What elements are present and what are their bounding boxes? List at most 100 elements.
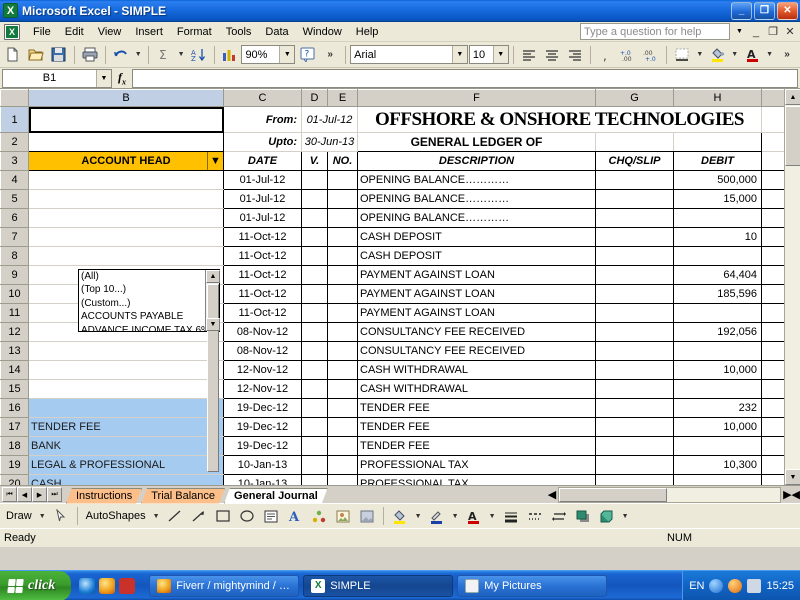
cell-account-head[interactable]: CASH	[29, 475, 224, 486]
start-button[interactable]: click	[0, 571, 71, 600]
row-header-17[interactable]: 17	[1, 418, 29, 437]
tray-network-icon[interactable]	[709, 579, 723, 593]
filter-dropdown-icon[interactable]: ▼	[207, 152, 223, 170]
draw-dropdown-icon[interactable]: ▼	[37, 505, 48, 527]
close-button[interactable]: ✕	[777, 2, 798, 20]
borders-dropdown-icon[interactable]: ▼	[694, 44, 705, 66]
horizontal-scrollbar[interactable]	[558, 487, 781, 503]
cell-no[interactable]	[328, 342, 358, 361]
cell-v[interactable]	[302, 323, 328, 342]
cell-v[interactable]	[302, 418, 328, 437]
cell-description[interactable]: CASH DEPOSIT	[358, 228, 596, 247]
line-color-dropdown-icon[interactable]: ▼	[450, 505, 461, 527]
toolbar-options-icon[interactable]: »	[319, 44, 341, 66]
cell-no[interactable]	[328, 247, 358, 266]
cell-v[interactable]	[302, 304, 328, 323]
cell-description[interactable]: OPENING BALANCE…………	[358, 171, 596, 190]
cell-overflow[interactable]	[762, 323, 785, 342]
cell-date[interactable]: 19-Dec-12	[224, 399, 302, 418]
clock[interactable]: 15:25	[766, 580, 794, 592]
cell-description[interactable]: CASH WITHDRAWAL	[358, 361, 596, 380]
3d-style-icon[interactable]	[596, 505, 618, 527]
cell-date[interactable]: 12-Nov-12	[224, 380, 302, 399]
cell-v[interactable]	[302, 342, 328, 361]
row-header-16[interactable]: 16	[1, 399, 29, 418]
account-head-filter-dropdown[interactable]: (All) (Top 10...) (Custom...) ACCOUNTS P…	[78, 269, 220, 332]
cell-debit[interactable]	[674, 437, 762, 456]
document-restore-button[interactable]: ❐	[766, 25, 780, 38]
cell-chq[interactable]	[596, 475, 674, 486]
font-size-combo[interactable]: 10 ▼	[469, 45, 509, 64]
vertical-scrollbar[interactable]: ▲ ▼	[784, 89, 800, 485]
menu-item-tools[interactable]: Tools	[219, 24, 259, 40]
cell-description[interactable]: PAYMENT AGAINST LOAN	[358, 266, 596, 285]
taskbar-item-simple[interactable]: X SIMPLE	[303, 575, 453, 597]
cell-description[interactable]: CONSULTANCY FEE RECEIVED	[358, 323, 596, 342]
cell-v[interactable]	[302, 247, 328, 266]
save-icon[interactable]	[48, 44, 70, 66]
formatting-toolbar-options-icon[interactable]: »	[776, 44, 798, 66]
cell-overflow[interactable]	[762, 190, 785, 209]
cell-description[interactable]: CASH WITHDRAWAL	[358, 380, 596, 399]
undo-icon[interactable]	[110, 44, 132, 66]
cell-debit[interactable]: 185,596	[674, 285, 762, 304]
oval-icon[interactable]	[236, 505, 258, 527]
filter-option[interactable]: ACCOUNTS PAYABLE	[79, 310, 205, 323]
row-header-2[interactable]: 2	[1, 133, 29, 152]
filter-scrollbar-thumb[interactable]	[207, 284, 219, 472]
comma-style-icon[interactable]: ,	[595, 44, 617, 66]
restore-button[interactable]: ❐	[754, 2, 775, 20]
header-overflow[interactable]	[762, 152, 785, 171]
tray-update-icon[interactable]	[728, 579, 742, 593]
row-header-11[interactable]: 11	[1, 304, 29, 323]
menu-item-edit[interactable]: Edit	[58, 24, 91, 40]
document-close-button[interactable]: ✕	[783, 25, 797, 38]
fill-color-dropdown-icon[interactable]: ▼	[413, 505, 424, 527]
font-size-dropdown-icon[interactable]: ▼	[493, 46, 508, 63]
cell-no[interactable]	[328, 304, 358, 323]
cell-date[interactable]: 11-Oct-12	[224, 266, 302, 285]
cell-no[interactable]	[328, 380, 358, 399]
scroll-down-icon[interactable]: ▼	[785, 469, 800, 485]
column-header-c[interactable]: C	[224, 90, 302, 107]
cell-account-head[interactable]: LEGAL & PROFESSIONAL	[29, 456, 224, 475]
cell-date[interactable]: 11-Oct-12	[224, 247, 302, 266]
cell-date[interactable]: 19-Dec-12	[224, 418, 302, 437]
cell-chq[interactable]	[596, 247, 674, 266]
column-header-h[interactable]: H	[674, 90, 762, 107]
cell-debit[interactable]: 10,300	[674, 456, 762, 475]
cell-v[interactable]	[302, 190, 328, 209]
line-style-icon[interactable]	[500, 505, 522, 527]
cell-date[interactable]: 12-Nov-12	[224, 361, 302, 380]
language-indicator[interactable]: EN	[689, 580, 704, 592]
chart-wizard-icon[interactable]	[219, 44, 241, 66]
cell-debit[interactable]	[674, 304, 762, 323]
horizontal-scrollbar-thumb[interactable]	[559, 488, 667, 502]
cell-date[interactable]: 08-Nov-12	[224, 342, 302, 361]
cell-description[interactable]: OPENING BALANCE…………	[358, 209, 596, 228]
cell-i2[interactable]	[762, 133, 785, 152]
cell-account-head[interactable]	[29, 399, 224, 418]
cell-description[interactable]: PAYMENT AGAINST LOAN	[358, 285, 596, 304]
line-color-icon[interactable]	[426, 505, 448, 527]
help-dropdown-icon[interactable]: ▼	[733, 23, 746, 40]
cell-chq[interactable]	[596, 361, 674, 380]
cell-date[interactable]: 11-Oct-12	[224, 285, 302, 304]
taskbar-item-my-pictures[interactable]: My Pictures	[457, 575, 607, 597]
tray-volume-icon[interactable]	[747, 579, 761, 593]
cell-b2[interactable]	[29, 133, 224, 152]
header-date[interactable]: DATE	[224, 152, 302, 171]
sheet-tab-general-journal[interactable]: General Journal	[224, 488, 328, 504]
cell-chq[interactable]	[596, 418, 674, 437]
undo-dropdown-icon[interactable]: ▼	[133, 44, 144, 66]
cell-upto-label[interactable]: Upto:	[224, 133, 302, 152]
cell-v[interactable]	[302, 285, 328, 304]
menu-item-insert[interactable]: Insert	[128, 24, 170, 40]
sort-ascending-icon[interactable]: AZ	[188, 44, 210, 66]
scroll-up-icon[interactable]: ▲	[206, 270, 220, 283]
next-sheet-icon[interactable]: ▶	[32, 487, 47, 502]
vertical-scrollbar-thumb[interactable]	[785, 106, 800, 166]
row-header-20[interactable]: 20	[1, 475, 29, 486]
font-name-combo[interactable]: Arial ▼	[350, 45, 468, 64]
cell-no[interactable]	[328, 285, 358, 304]
